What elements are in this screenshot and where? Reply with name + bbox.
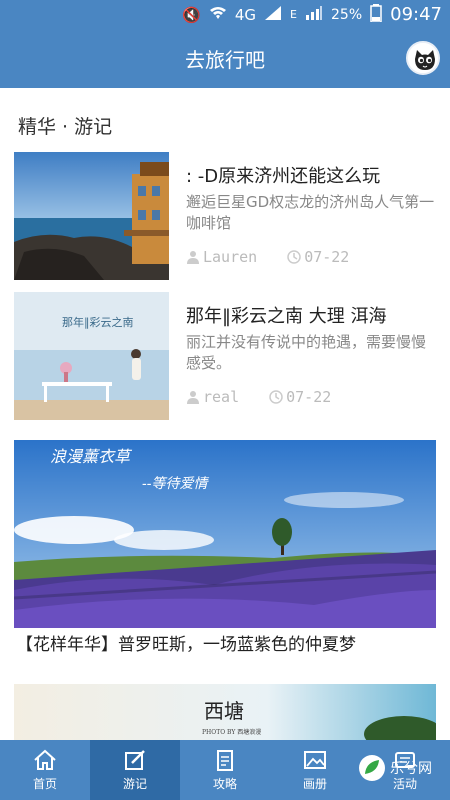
article-description: 丽江并没有传说中的艳遇，需要慢慢感受。 [186, 333, 427, 372]
article-author: real [203, 388, 240, 406]
guide-icon [217, 749, 233, 771]
battery-icon [370, 4, 382, 26]
leaf-logo-icon [359, 755, 385, 781]
battery-percent: 25% [331, 7, 363, 23]
mute-icon: 🔇 [182, 6, 201, 24]
signal-icon [264, 5, 282, 25]
tab-travelogue[interactable]: 游记 [90, 740, 180, 800]
tab-home[interactable]: 首页 [0, 740, 90, 800]
home-icon [34, 749, 56, 770]
watermark-logo: 乐兮网 [358, 754, 432, 782]
avatar[interactable] [406, 41, 440, 75]
wifi-icon [209, 5, 227, 25]
banner-art-subtitle: PHOTO BY 西塘浪漫 [202, 728, 261, 736]
edit-icon [125, 749, 145, 770]
tab-guide[interactable]: 攻略 [180, 740, 270, 800]
clock-icon [269, 390, 283, 404]
article-card[interactable]: : -D原来济州还能这么玩 邂逅巨星GD权志龙的济州岛人气第一咖啡馆 Laure… [14, 152, 436, 280]
article-title[interactable]: 那年‖彩云之南 大理 洱海 [186, 302, 386, 328]
article-date: 07-22 [304, 248, 350, 266]
banner-caption[interactable]: 【花样年华】普罗旺斯，一场蓝紫色的仲夏梦 [16, 630, 356, 655]
article-title[interactable]: : -D原来济州还能这么玩 [186, 162, 380, 188]
tab-label: 攻略 [212, 776, 237, 791]
data-e-label: E [290, 8, 297, 21]
section-title: 精华 · 游记 [18, 116, 113, 138]
thumbnail-art-text: 那年‖彩云之南 [62, 315, 134, 330]
clock: 09:47 [390, 4, 442, 25]
network-4g: 4G [234, 6, 257, 24]
banner-art-title: 浪漫薰衣草 [50, 447, 133, 466]
banner-xitang[interactable]: 西塘 PHOTO BY 西塘浪漫 [14, 684, 436, 740]
tab-label: 画册 [302, 776, 327, 791]
article-date: 07-22 [286, 388, 332, 406]
user-icon [187, 391, 199, 404]
clock-icon [287, 250, 301, 264]
status-icons: 🔇 4G E 25% 09:47 [182, 4, 442, 26]
article-author: Lauren [203, 248, 258, 266]
album-icon [304, 750, 326, 769]
signal-icon-2 [305, 5, 323, 25]
watermark-text: 乐兮网 [390, 761, 432, 777]
article-card[interactable]: 那年‖彩云之南 那年‖彩云之南 大理 洱海 丽江并没有传说中的艳遇，需要慢慢感受… [14, 292, 436, 420]
article-thumbnail: 那年‖彩云之南 [14, 292, 169, 420]
user-icon [187, 251, 199, 264]
banner-art-title: 西塘 [204, 699, 244, 723]
article-thumbnail [14, 152, 169, 280]
page-title: 去旅行吧 [185, 48, 265, 72]
tab-label: 游记 [122, 776, 147, 791]
app-header: 去旅行吧 [0, 28, 450, 88]
article-meta: Lauren 07-22 [186, 248, 349, 266]
status-bar: 🔇 4G E 25% 09:47 [0, 0, 450, 28]
banner-art-subtitle: --等待爱情 [142, 476, 209, 492]
tab-album[interactable]: 画册 [270, 740, 360, 800]
article-description: 邂逅巨星GD权志龙的济州岛人气第一咖啡馆 [186, 193, 435, 232]
tab-label: 首页 [32, 776, 57, 791]
article-meta: real 07-22 [186, 388, 331, 406]
banner-lavender[interactable]: 浪漫薰衣草 --等待爱情 [14, 440, 436, 628]
